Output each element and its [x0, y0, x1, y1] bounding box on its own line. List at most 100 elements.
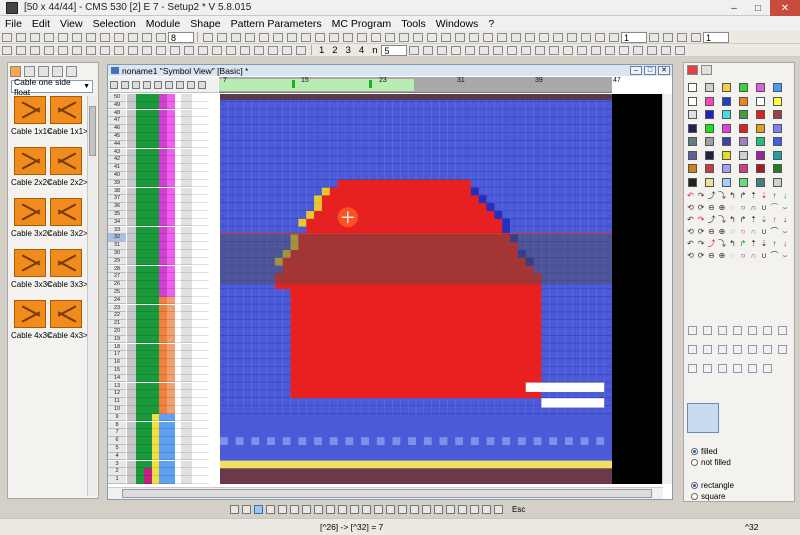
control-column-cell[interactable] — [136, 374, 144, 383]
control-column-cell[interactable] — [136, 211, 144, 219]
control-column-cell[interactable] — [152, 320, 159, 328]
control-column-cell[interactable] — [167, 406, 175, 414]
control-column-cell[interactable] — [127, 281, 136, 289]
undo-icon[interactable] — [398, 504, 407, 514]
control-column-cell[interactable] — [144, 226, 152, 235]
zoom-in-icon[interactable] — [142, 32, 152, 42]
control-column-cell[interactable] — [136, 429, 144, 438]
control-column-cell[interactable] — [192, 250, 200, 258]
control-column-cell[interactable] — [152, 125, 159, 133]
control-column-cell[interactable] — [127, 211, 136, 219]
control-column-cell[interactable] — [192, 94, 200, 102]
control-column-cell[interactable] — [181, 406, 192, 414]
color-swatch[interactable] — [756, 150, 765, 160]
new-icon[interactable] — [2, 32, 12, 42]
control-column-cell[interactable] — [200, 468, 209, 477]
arrow-tool-icon[interactable] — [675, 45, 686, 55]
module-list-scrollbar[interactable] — [87, 96, 97, 496]
view-tool-icon[interactable] — [132, 80, 140, 89]
arrow-tool-icon[interactable] — [535, 45, 546, 55]
control-column-cell[interactable] — [159, 179, 167, 188]
control-column-cell[interactable] — [181, 437, 192, 445]
control-column-cell[interactable] — [136, 203, 144, 211]
stitch-symbol-icon[interactable]: ↰ — [728, 191, 737, 200]
control-column-cell[interactable] — [167, 226, 175, 235]
control-column-cell[interactable] — [159, 265, 167, 274]
cable-module-item[interactable]: Cable 4x3> — [47, 300, 88, 340]
stitch-symbol-icon[interactable]: ⌣ — [781, 203, 790, 212]
control-column-cell[interactable] — [136, 101, 144, 110]
color-swatch[interactable] — [773, 177, 782, 187]
doc-minimize-button[interactable]: – — [630, 66, 642, 75]
control-column-cell[interactable] — [144, 101, 152, 110]
minimize-button[interactable]: – — [722, 0, 746, 16]
row-number-label[interactable]: 5 — [108, 445, 126, 453]
control-column-cell[interactable] — [167, 94, 175, 102]
control-column-cell[interactable] — [200, 101, 209, 110]
control-column-cell[interactable] — [200, 460, 209, 469]
control-column-cell[interactable] — [192, 218, 200, 227]
module-tool-icon[interactable] — [763, 345, 772, 354]
color-swatch[interactable] — [773, 123, 782, 133]
control-column-cell[interactable] — [152, 218, 159, 227]
module-tool-icon[interactable] — [733, 345, 742, 354]
control-column-cell[interactable] — [127, 257, 136, 266]
color-swatch[interactable] — [688, 177, 697, 187]
menu-windows[interactable]: Windows — [431, 18, 484, 30]
stitch-symbol-icon[interactable]: ↶ — [686, 239, 695, 248]
control-column-cell[interactable] — [159, 218, 167, 227]
doc-close-button[interactable]: ✕ — [658, 66, 670, 75]
control-column-cell[interactable] — [152, 273, 159, 282]
control-column-cell[interactable] — [200, 382, 209, 391]
control-column-cell[interactable] — [159, 148, 167, 157]
column-ruler[interactable]: 7 15 23 31 39 47 — [219, 77, 621, 93]
control-column-cell[interactable] — [181, 218, 192, 227]
control-column-cell[interactable] — [152, 429, 159, 438]
control-column-cell[interactable] — [152, 109, 159, 118]
control-column-cell[interactable] — [136, 398, 144, 406]
control-column-cell[interactable] — [152, 382, 159, 391]
arrow-tool-icon[interactable] — [633, 45, 644, 55]
tab-list-icon[interactable] — [52, 65, 63, 77]
control-column-cell[interactable] — [152, 242, 159, 250]
color-swatch[interactable] — [756, 164, 765, 173]
control-column-cell[interactable] — [192, 234, 200, 243]
row-number-label[interactable]: 45 — [108, 133, 126, 141]
row-number-label[interactable]: 46 — [108, 125, 126, 133]
control-column-cell[interactable] — [159, 211, 167, 219]
tab-structures-icon[interactable] — [38, 65, 49, 77]
save-icon[interactable] — [30, 32, 40, 42]
control-column-cell[interactable] — [192, 273, 200, 282]
control-column-cell[interactable] — [167, 195, 175, 204]
ellipse-icon[interactable] — [266, 504, 275, 514]
control-column-cell[interactable] — [167, 172, 175, 180]
category-select[interactable]: Cable one side float ▼ — [11, 77, 93, 97]
control-column-cell[interactable] — [152, 468, 159, 477]
stitch-symbol-icon[interactable]: ↷ — [697, 191, 706, 200]
row-number-label[interactable]: 24 — [108, 296, 126, 305]
knit-tool-icon[interactable] — [217, 32, 227, 42]
escape-button[interactable]: Esc — [512, 505, 525, 514]
control-column-cell[interactable] — [144, 195, 152, 204]
control-column-cell[interactable] — [167, 179, 175, 188]
control-column-cell[interactable] — [181, 374, 192, 383]
control-column-cell[interactable] — [181, 460, 192, 469]
control-column-cell[interactable] — [144, 265, 152, 274]
pattern-tool-icon[interactable] — [240, 45, 250, 55]
control-column-cell[interactable] — [200, 203, 209, 211]
pattern-tool-icon[interactable] — [44, 45, 54, 55]
control-column-cell[interactable] — [144, 109, 152, 118]
zoom-out-icon[interactable] — [156, 32, 166, 42]
control-column-cell[interactable] — [200, 179, 209, 188]
control-column-cell[interactable] — [192, 335, 200, 344]
color-swatch[interactable] — [722, 123, 731, 133]
control-column-cell[interactable] — [144, 211, 152, 219]
control-column-cell[interactable] — [181, 101, 192, 110]
control-column-cell[interactable] — [144, 94, 152, 102]
stitch-symbol-icon[interactable]: ◌ — [728, 251, 737, 260]
control-column-cell[interactable] — [159, 406, 167, 414]
control-column-cell[interactable] — [167, 421, 175, 430]
paste-icon[interactable] — [72, 32, 82, 42]
control-column-cell[interactable] — [200, 125, 209, 133]
control-column-cell[interactable] — [192, 296, 200, 305]
